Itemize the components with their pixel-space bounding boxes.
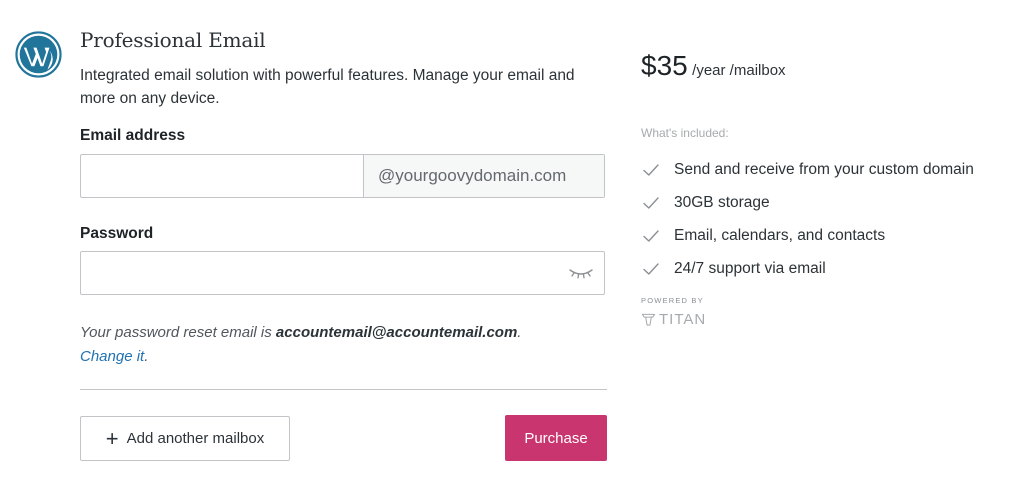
notice-period: .: [517, 324, 522, 341]
domain-suffix: @yourgoovydomain.com: [363, 155, 604, 197]
email-address-label: Email address: [80, 127, 186, 144]
feature-item: Email, calendars, and contacts: [641, 219, 974, 252]
feature-item: 24/7 support via email: [641, 252, 974, 285]
password-input[interactable]: [81, 252, 551, 294]
email-address-input[interactable]: [81, 155, 363, 197]
feature-item: Send and receive from your custom domain: [641, 153, 974, 186]
product-description: Integrated email solution with powerful …: [80, 67, 575, 107]
checkmark-icon: [643, 229, 659, 242]
feature-label: Send and receive from your custom domain: [674, 160, 974, 178]
whats-included-label: What's included:: [641, 126, 729, 140]
notice-prefix: Your password reset email is: [80, 324, 276, 341]
notice-suffix: .: [144, 348, 149, 365]
checkmark-icon: [643, 262, 659, 275]
titan-brand: TITAN: [641, 311, 706, 328]
product-title: Professional Email: [80, 28, 266, 52]
add-another-mailbox-button[interactable]: + Add another mailbox: [80, 416, 290, 461]
wordpress-logo-icon: [15, 31, 62, 78]
titan-logo-icon: [641, 313, 656, 326]
add-another-mailbox-label: Add another mailbox: [126, 430, 265, 447]
feature-label: 30GB storage: [674, 193, 770, 211]
price: $35 /year /mailbox: [641, 50, 786, 82]
titan-label: TITAN: [659, 311, 707, 328]
password-reset-notice: Your password reset email is accountemai…: [80, 321, 610, 369]
password-field: [80, 251, 605, 295]
eye-closed-icon[interactable]: [568, 265, 594, 281]
powered-by-label: POWERED BY: [641, 296, 704, 305]
divider: [80, 389, 607, 390]
checkmark-icon: [643, 163, 659, 176]
price-unit: /year /mailbox: [692, 62, 786, 79]
price-amount: $35: [641, 50, 688, 81]
feature-label: Email, calendars, and contacts: [674, 226, 886, 244]
feature-item: 30GB storage: [641, 186, 974, 219]
checkmark-icon: [643, 196, 659, 209]
change-it-link[interactable]: Change it: [80, 348, 144, 365]
notice-email: accountemail@accountemail.com: [275, 324, 518, 341]
purchase-button[interactable]: Purchase: [505, 415, 607, 461]
email-address-field: @yourgoovydomain.com: [80, 154, 605, 198]
password-label: Password: [80, 225, 154, 242]
plus-icon: +: [105, 425, 119, 451]
feature-list: Send and receive from your custom domain…: [641, 153, 974, 285]
feature-label: 24/7 support via email: [674, 259, 826, 277]
